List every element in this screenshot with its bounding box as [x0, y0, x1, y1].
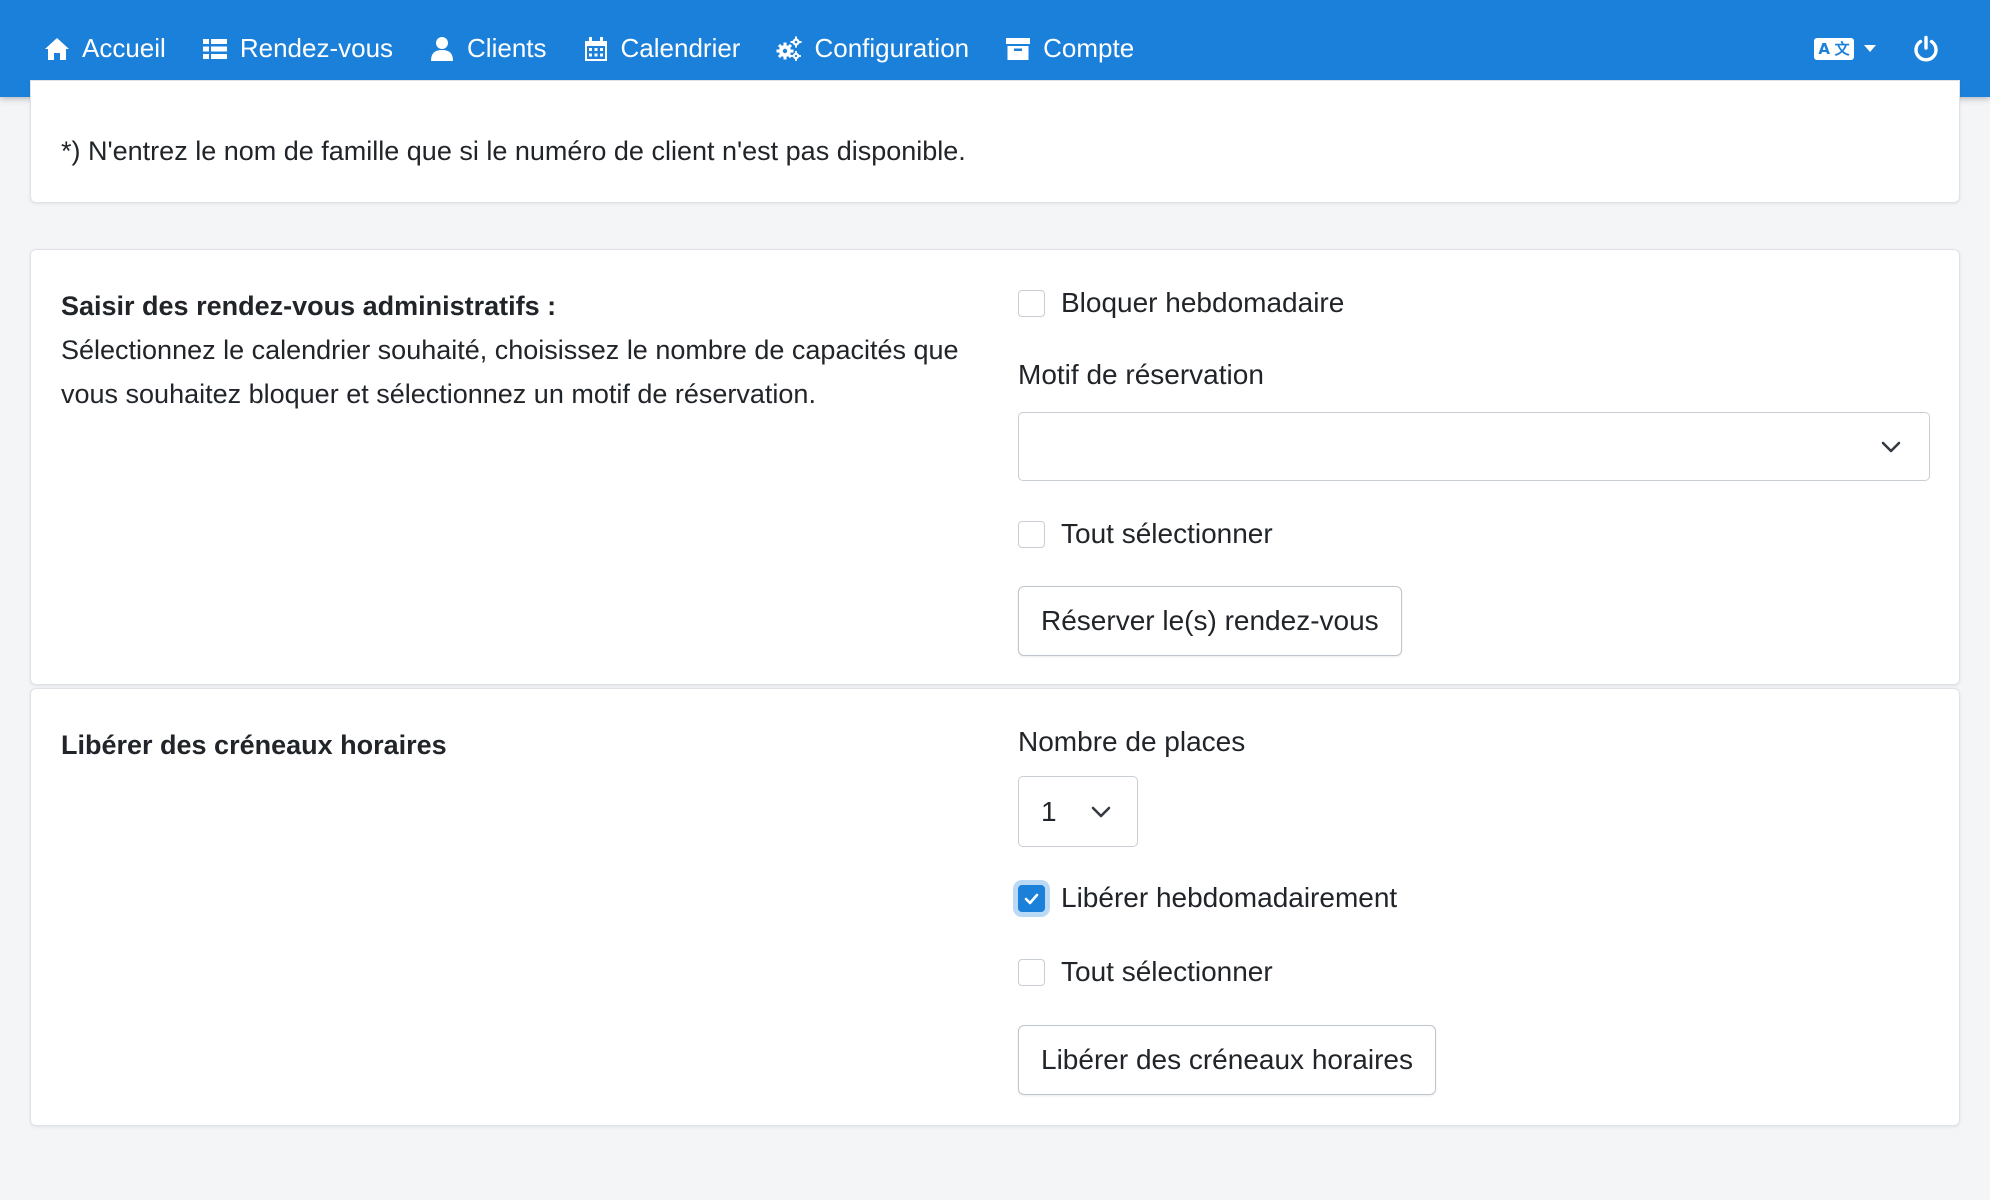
- admin-intro: Saisir des rendez-vous administratifs : …: [61, 284, 961, 416]
- admin-select-all-row[interactable]: Tout sélectionner: [1018, 518, 1273, 550]
- free-weekly-label: Libérer hebdomadairement: [1061, 882, 1398, 913]
- places-label: Nombre de places: [1018, 726, 1246, 757]
- nav-label-clients: Clients: [467, 33, 547, 63]
- nav-item-accueil[interactable]: Accueil: [44, 33, 166, 64]
- home-icon: [45, 37, 69, 60]
- free-section-title: Libérer des créneaux horaires: [61, 730, 447, 760]
- language-dropdown[interactable]: A文: [1814, 37, 1876, 60]
- checkmark-icon: [1024, 893, 1039, 904]
- archive-icon: [1006, 37, 1031, 60]
- block-weekly-checkbox[interactable]: [1018, 289, 1045, 317]
- chevron-down-icon: [1881, 441, 1901, 452]
- reason-select[interactable]: [1018, 412, 1930, 481]
- language-icon: A文: [1814, 37, 1854, 60]
- caret-down-icon: [1864, 45, 1876, 52]
- free-slots-card: Libérer des créneaux horaires Nombre de …: [30, 688, 1960, 1126]
- calendar-icon: [584, 36, 607, 61]
- nav-label-configuration: Configuration: [814, 33, 970, 63]
- block-weekly-checkbox-row[interactable]: Bloquer hebdomadaire: [1018, 287, 1344, 319]
- free-slots-button[interactable]: Libérer des créneaux horaires: [1018, 1025, 1436, 1095]
- reason-label: Motif de réservation: [1018, 359, 1264, 390]
- nav-item-configuration[interactable]: Configuration: [776, 33, 969, 64]
- note-text: *) N'entrez le nom de famille que si le …: [61, 136, 966, 166]
- free-select-all-label: Tout sélectionner: [1061, 956, 1273, 987]
- chevron-down-icon: [1091, 806, 1111, 817]
- admin-appointments-card: Saisir des rendez-vous administratifs : …: [30, 249, 1960, 685]
- nav-label-calendrier: Calendrier: [620, 33, 741, 63]
- logout-button[interactable]: [1912, 35, 1940, 63]
- power-icon: [1914, 35, 1938, 62]
- block-weekly-label: Bloquer hebdomadaire: [1061, 287, 1345, 318]
- free-select-all-row[interactable]: Tout sélectionner: [1018, 956, 1273, 988]
- admin-section-title: Saisir des rendez-vous administratifs :: [61, 291, 557, 321]
- nav-label-accueil: Accueil: [82, 33, 166, 63]
- admin-select-all-checkbox[interactable]: [1018, 520, 1045, 548]
- book-appointments-button[interactable]: Réserver le(s) rendez-vous: [1018, 586, 1402, 656]
- note-card: *) N'entrez le nom de famille que si le …: [30, 80, 1960, 203]
- nav-item-compte[interactable]: Compte: [1005, 33, 1134, 64]
- nav-label-compte: Compte: [1043, 33, 1135, 63]
- admin-select-all-label: Tout sélectionner: [1061, 518, 1273, 549]
- cogs-icon: [776, 36, 802, 61]
- free-weekly-checkbox-row[interactable]: Libérer hebdomadairement: [1018, 882, 1397, 914]
- user-icon: [431, 36, 454, 61]
- free-weekly-checkbox[interactable]: [1018, 884, 1045, 912]
- admin-section-description: Sélectionnez le calendrier souhaité, cho…: [61, 335, 959, 409]
- free-select-all-checkbox[interactable]: [1018, 958, 1045, 986]
- nav-label-rendez-vous: Rendez-vous: [239, 33, 394, 63]
- free-intro: Libérer des créneaux horaires: [61, 723, 961, 767]
- list-icon: [202, 38, 227, 59]
- nav-item-rendez-vous[interactable]: Rendez-vous: [202, 33, 393, 64]
- nav-item-calendrier[interactable]: Calendrier: [583, 33, 741, 64]
- places-select[interactable]: 1: [1018, 776, 1138, 847]
- places-select-value: 1: [1041, 795, 1057, 827]
- nav-item-clients[interactable]: Clients: [429, 33, 547, 64]
